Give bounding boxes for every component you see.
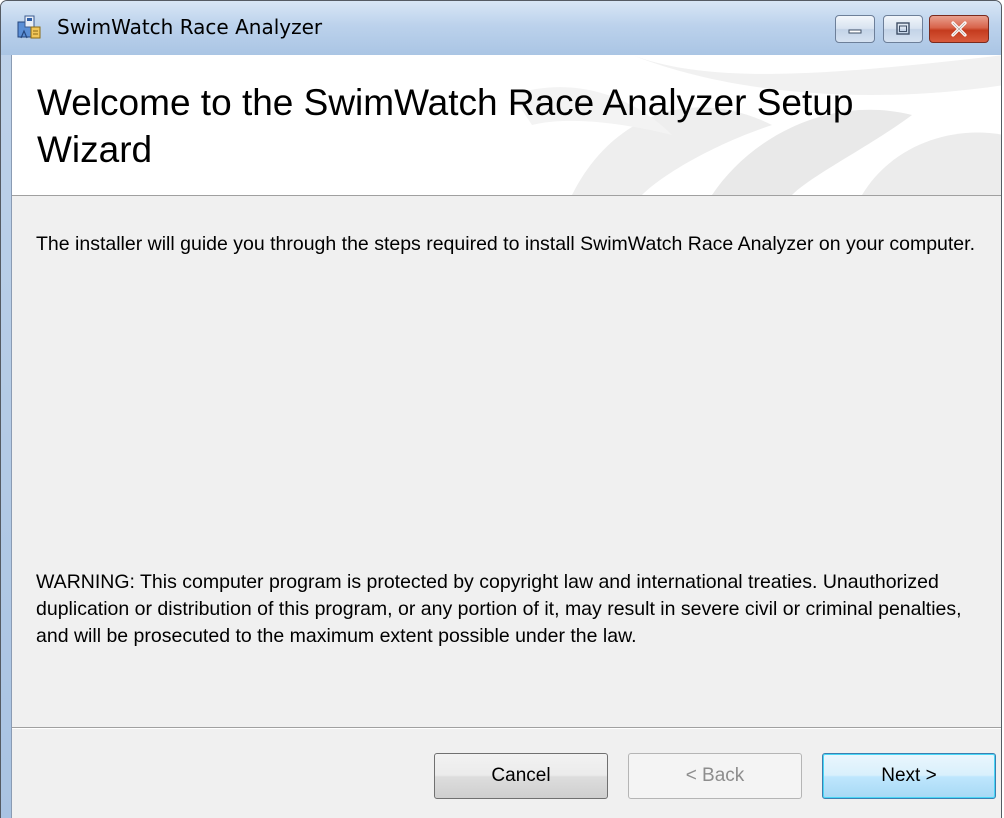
maximize-icon bbox=[896, 22, 910, 35]
installer-window: SwimWatch Race Analyzer Welcome to the S… bbox=[0, 0, 1002, 818]
close-button[interactable] bbox=[929, 15, 989, 43]
window-title: SwimWatch Race Analyzer bbox=[57, 15, 323, 39]
title-bar[interactable]: SwimWatch Race Analyzer bbox=[1, 1, 1001, 55]
back-button[interactable]: < Back bbox=[628, 753, 802, 799]
close-icon bbox=[951, 21, 967, 37]
installer-icon bbox=[17, 15, 41, 39]
intro-text: The installer will guide you through the… bbox=[36, 233, 975, 255]
minimize-icon bbox=[848, 29, 862, 34]
button-separator bbox=[12, 727, 1001, 729]
maximize-button[interactable] bbox=[883, 15, 923, 43]
next-button[interactable]: Next > bbox=[822, 753, 996, 799]
minimize-button[interactable] bbox=[835, 15, 875, 43]
wizard-page: Welcome to the SwimWatch Race Analyzer S… bbox=[11, 55, 1001, 818]
welcome-banner: Welcome to the SwimWatch Race Analyzer S… bbox=[12, 55, 1001, 196]
cancel-button[interactable]: Cancel bbox=[434, 753, 608, 799]
welcome-title: Welcome to the SwimWatch Race Analyzer S… bbox=[37, 82, 854, 170]
copyright-warning: WARNING: This computer program is protec… bbox=[36, 571, 962, 647]
